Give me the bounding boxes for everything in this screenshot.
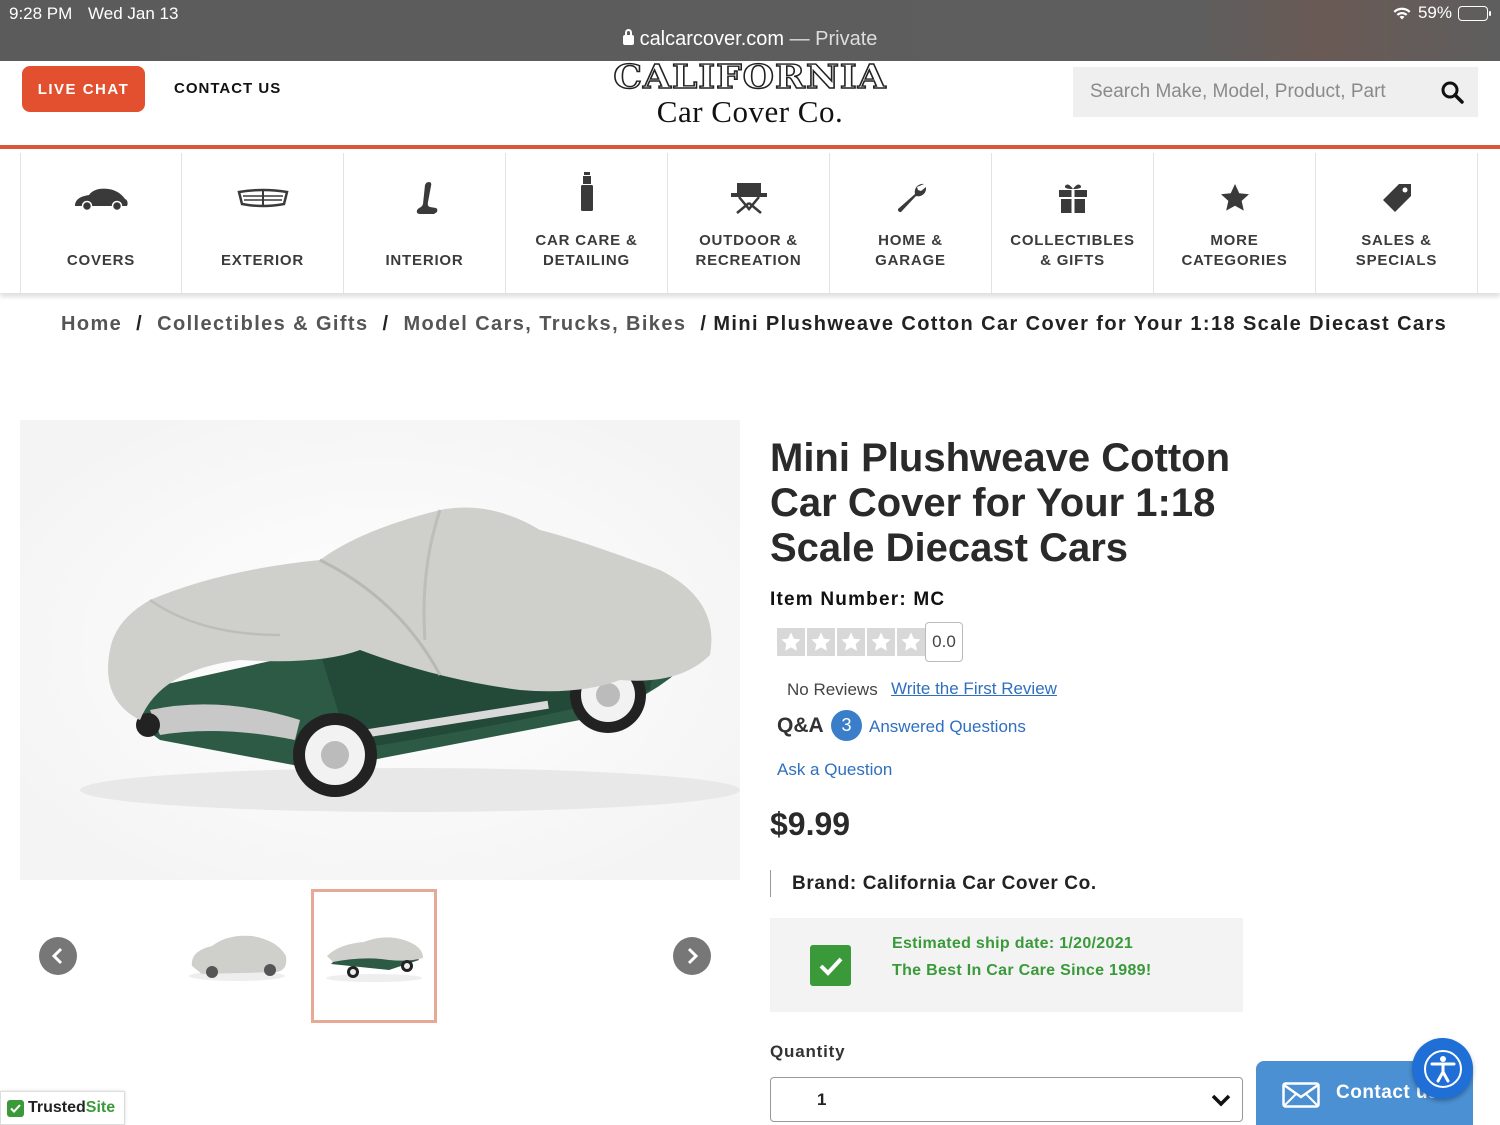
nav-item-exterior[interactable]: EXTERIOR <box>182 153 344 293</box>
nav-item-more[interactable]: MORE CATEGORIES <box>1154 153 1316 293</box>
rating-star-icon[interactable] <box>897 628 925 656</box>
answered-questions-link[interactable]: Answered Questions <box>869 717 1026 737</box>
breadcrumb-model-cars[interactable]: Model Cars, Trucks, Bikes <box>403 313 686 335</box>
search-input[interactable] <box>1073 67 1423 117</box>
accessibility-icon <box>1423 1049 1462 1088</box>
product-title: Mini Plushweave Cotton Car Cover for You… <box>770 436 1231 570</box>
nav-label: COVERS <box>66 252 136 269</box>
nav-label: OUTDOOR & RECREATION <box>695 232 802 269</box>
category-nav: COVERS EXTERIOR INTERIOR CAR CARE & DETA… <box>0 153 1500 293</box>
battery-percent: 59% <box>1417 3 1452 22</box>
rating-star-icon[interactable] <box>867 628 895 656</box>
lock-icon <box>622 29 634 45</box>
nav-item-collectibles[interactable]: COLLECTIBLES & GIFTS <box>992 153 1154 293</box>
logo-bottom-text: Car Cover Co. <box>656 94 844 129</box>
rating-stars[interactable] <box>777 628 925 656</box>
battery-icon <box>1458 5 1491 21</box>
nav-item-covers[interactable]: COVERS <box>20 153 182 293</box>
price-tag-icon <box>1367 175 1427 220</box>
private-label: — Private <box>789 28 878 50</box>
rating-star-icon[interactable] <box>837 628 865 656</box>
rating-star-icon[interactable] <box>777 628 805 656</box>
shipping-lines: Estimated ship date: 1/20/2021 The Best … <box>892 930 1151 984</box>
breadcrumb-collectibles[interactable]: Collectibles & Gifts <box>157 313 368 335</box>
checkmark-icon <box>810 945 851 986</box>
site-header: LIVE CHAT CONTACT US CALIFORNIA Car Cove… <box>0 58 1500 149</box>
nav-label: SALES & SPECIALS <box>1355 232 1438 269</box>
logo-top-text: CALIFORNIA <box>613 58 887 96</box>
gallery-thumbnail[interactable] <box>174 889 300 1023</box>
nav-label: CAR CARE & DETAILING <box>535 232 638 269</box>
product-price: $9.99 <box>770 806 851 842</box>
site-word: Site <box>85 1099 116 1116</box>
product-main-image[interactable] <box>20 420 740 880</box>
quantity-value: 1 <box>817 1090 827 1109</box>
breadcrumb: Home / Collectibles & Gifts / Model Cars, Tr… <box>61 313 1447 336</box>
seat-icon <box>395 175 455 220</box>
breadcrumb-separator: / <box>382 313 390 335</box>
no-reviews-text: No Reviews <box>787 680 878 699</box>
accessibility-button[interactable] <box>1412 1038 1473 1099</box>
search-icon[interactable] <box>1440 80 1464 104</box>
trustedsite-badge[interactable]: TrustedSite <box>0 1091 125 1125</box>
chevron-left-icon <box>51 947 63 965</box>
qa-count-badge[interactable]: 3 <box>831 710 862 741</box>
gift-icon <box>1043 175 1103 220</box>
qa-label: Q&A <box>777 714 824 737</box>
wrench-icon <box>881 175 941 220</box>
breadcrumb-home[interactable]: Home <box>61 313 122 335</box>
item-number: Item Number: MC <box>770 589 946 610</box>
nav-label: MORE CATEGORIES <box>1181 232 1288 269</box>
status-right: 59% <box>1392 3 1491 23</box>
breadcrumb-separator: / <box>136 313 144 335</box>
nav-item-home-garage[interactable]: HOME & GARAGE <box>830 153 992 293</box>
breadcrumb-current: Mini Plushweave Cotton Car Cover for You… <box>713 313 1448 335</box>
site-logo[interactable]: CALIFORNIA Car Cover Co. <box>610 57 890 127</box>
chevron-right-icon <box>687 947 699 965</box>
gallery-prev-button[interactable] <box>39 937 77 975</box>
product-brand: Brand: California Car Cover Co. <box>770 870 1097 897</box>
nav-label: EXTERIOR <box>220 252 305 269</box>
spray-bottle-icon <box>557 171 617 213</box>
camp-chair-icon <box>719 175 779 220</box>
trusted-check-icon <box>7 1099 24 1117</box>
nav-item-car-care[interactable]: CAR CARE & DETAILING <box>506 153 668 293</box>
tagline: The Best In Car Care Since 1989! <box>892 962 1152 979</box>
nav-label: COLLECTIBLES & GIFTS <box>1010 232 1135 269</box>
wifi-icon <box>1393 7 1411 19</box>
nav-label: INTERIOR <box>385 252 464 269</box>
grille-icon <box>233 175 293 220</box>
search-box <box>1073 67 1478 117</box>
nav-item-interior[interactable]: INTERIOR <box>344 153 506 293</box>
gallery-thumbnail-active[interactable] <box>311 889 437 1023</box>
gallery-next-button[interactable] <box>673 937 711 975</box>
trusted-word: Trusted <box>28 1099 86 1116</box>
status-date: Wed Jan 13 <box>88 4 179 23</box>
quantity-label: Quantity <box>770 1042 846 1061</box>
nav-item-outdoor[interactable]: OUTDOOR & RECREATION <box>668 153 830 293</box>
rating-star-icon[interactable] <box>807 628 835 656</box>
rating-value: 0.0 <box>925 622 963 662</box>
ship-date: Estimated ship date: 1/20/2021 <box>892 935 1134 952</box>
quantity-select[interactable]: 1 <box>770 1077 1243 1122</box>
nav-label: HOME & GARAGE <box>875 232 946 269</box>
trusted-text: TrustedSite <box>28 1099 115 1117</box>
ask-question-link[interactable]: Ask a Question <box>777 760 892 780</box>
car-cover-icon <box>71 175 131 220</box>
nav-item-sales[interactable]: SALES & SPECIALS <box>1316 153 1478 293</box>
live-chat-button[interactable]: LIVE CHAT <box>22 66 145 112</box>
browser-status-bar: 9:28 PM Wed Jan 13 59% calcarcover.com —… <box>0 0 1500 61</box>
url-text: calcarcover.com <box>639 28 785 50</box>
contact-us-link[interactable]: CONTACT US <box>174 80 281 97</box>
star-icon <box>1205 175 1265 220</box>
shipping-info-box: Estimated ship date: 1/20/2021 The Best … <box>770 918 1243 1012</box>
address-bar[interactable]: calcarcover.com — Private <box>0 28 1500 51</box>
write-review-link[interactable]: Write the First Review <box>891 679 1057 699</box>
breadcrumb-separator: / <box>700 313 708 335</box>
envelope-icon <box>1282 1082 1320 1108</box>
status-time: 9:28 PM <box>9 4 73 23</box>
chevron-down-icon <box>1211 1094 1231 1107</box>
